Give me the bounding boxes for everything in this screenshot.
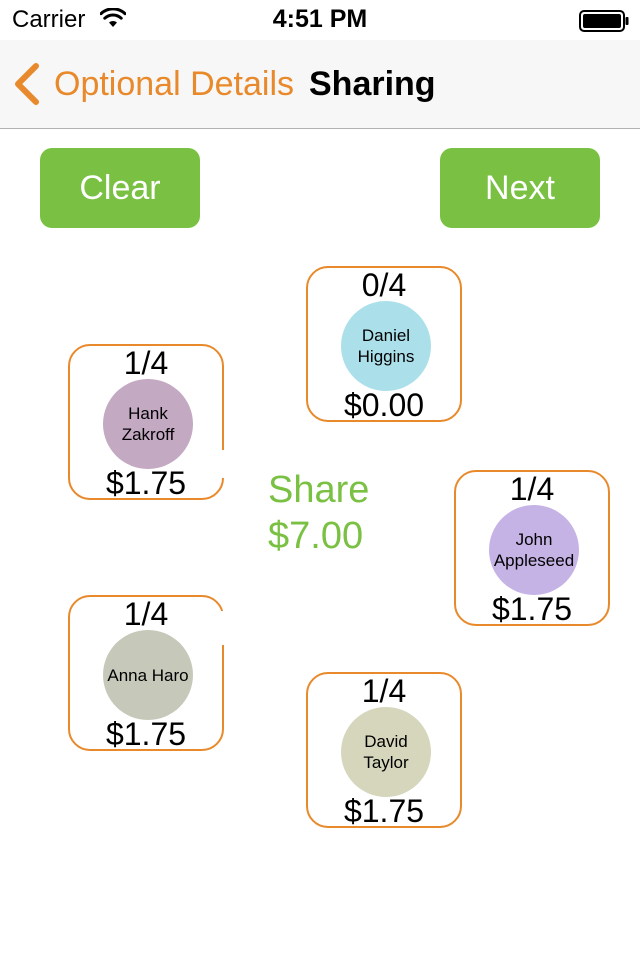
- share-count: 1/4: [123, 345, 169, 381]
- person-card-john-appleseed[interactable]: 1/4 John Appleseed $1.75: [454, 470, 610, 626]
- status-time: 4:51 PM: [272, 5, 368, 33]
- page-title: Sharing: [309, 65, 436, 103]
- share-count: 0/4: [361, 267, 407, 303]
- share-amount: $1.75: [491, 591, 573, 627]
- share-amount: $1.75: [343, 793, 425, 829]
- share-count: 1/4: [123, 596, 169, 632]
- share-amount: $0.00: [343, 387, 425, 423]
- avatar: Daniel Higgins: [341, 301, 431, 391]
- person-card-anna-haro[interactable]: 1/4 Anna Haro $1.75: [68, 595, 226, 752]
- share-count: 1/4: [361, 673, 407, 709]
- chevron-left-icon: [15, 63, 39, 105]
- avatar: David Taylor: [341, 707, 431, 797]
- person-card-daniel-higgins[interactable]: 0/4 Daniel Higgins $0.00: [306, 266, 462, 422]
- status-bar: Carrier 4:51 PM: [0, 0, 640, 40]
- person-card-david-taylor[interactable]: 1/4 David Taylor $1.75: [306, 672, 462, 828]
- person-card-hank-zakroff[interactable]: 1/4 Hank Zakroff $1.75: [68, 344, 226, 501]
- battery-full-icon: [579, 10, 629, 32]
- share-label: Share: [268, 469, 370, 511]
- navigation-bar: Optional Details Sharing: [0, 40, 640, 129]
- avatar: John Appleseed: [489, 505, 579, 595]
- avatar: Hank Zakroff: [103, 379, 193, 469]
- avatar: Anna Haro: [103, 630, 193, 720]
- back-button-label: Optional Details: [54, 64, 295, 103]
- share-amount: $1.75: [105, 465, 187, 501]
- share-total: $7.00: [268, 515, 364, 557]
- next-button[interactable]: Next: [440, 148, 600, 228]
- share-count: 1/4: [509, 471, 555, 507]
- back-button[interactable]: Optional Details: [12, 60, 294, 108]
- clear-button[interactable]: Clear: [40, 148, 200, 228]
- share-amount: $1.75: [105, 716, 187, 752]
